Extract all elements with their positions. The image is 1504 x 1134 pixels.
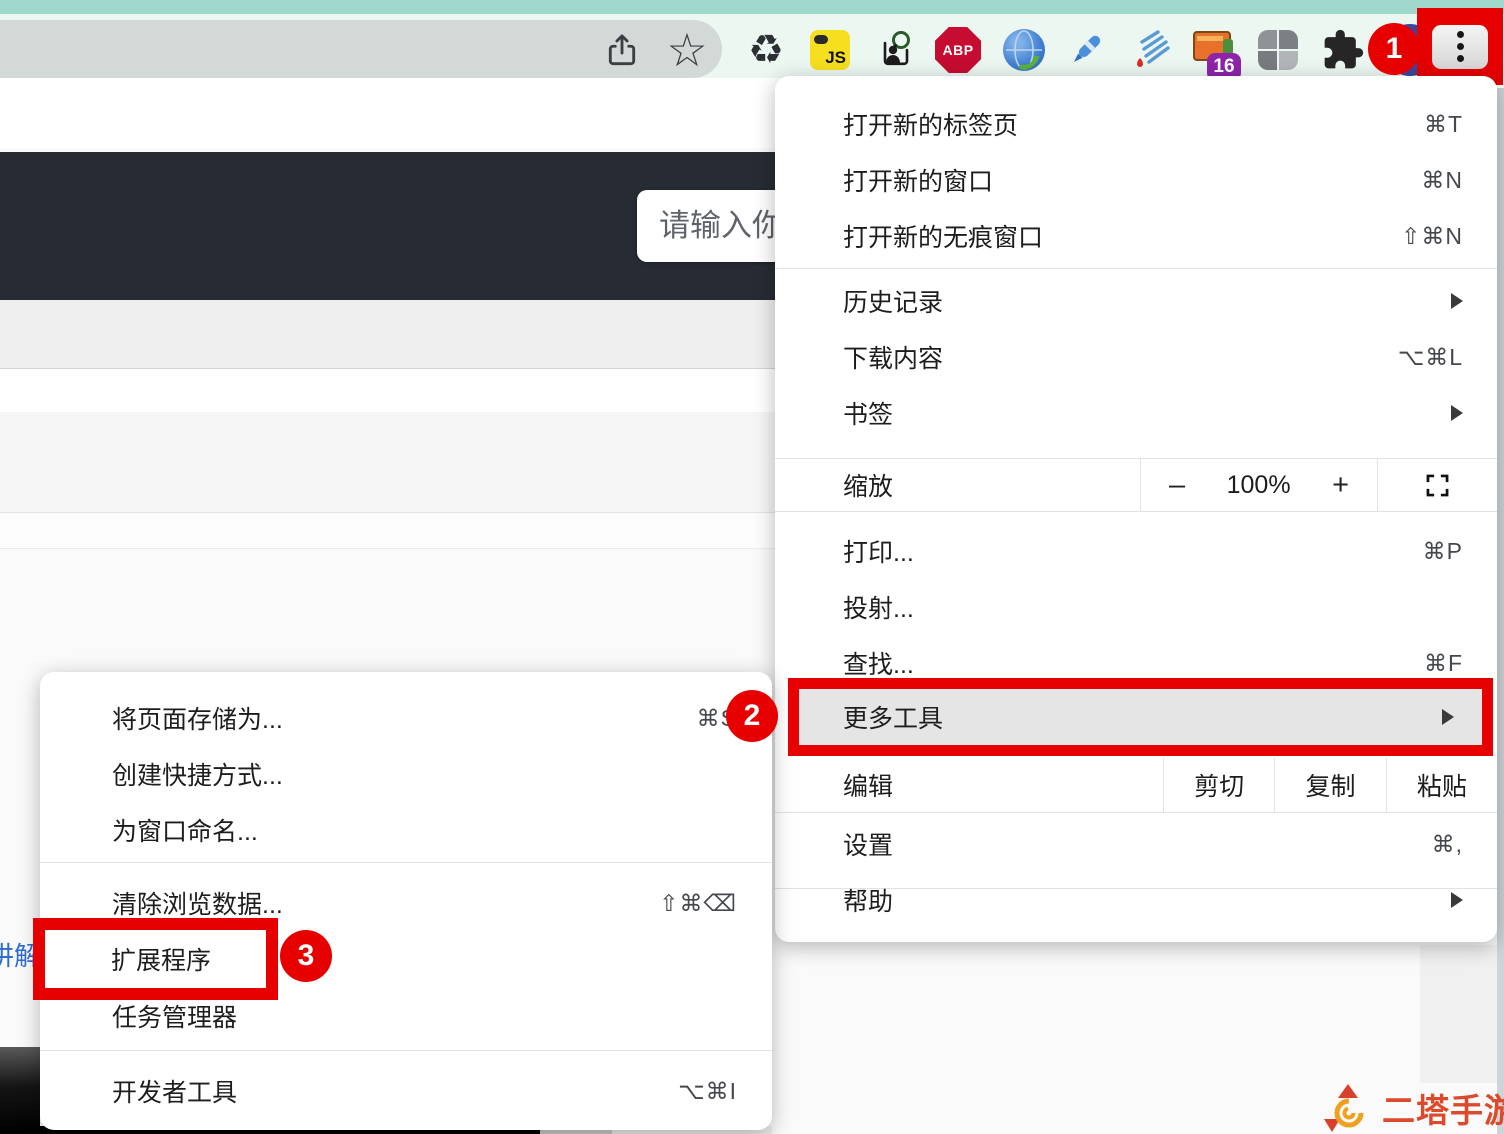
js-switch bbox=[814, 35, 828, 44]
submenu-item-create-shortcut[interactable]: 创建快捷方式... bbox=[40, 746, 772, 802]
puzzle-extensions-icon[interactable] bbox=[1320, 27, 1366, 73]
menu-item-new-tab[interactable]: 打开新的标签页⌘T bbox=[775, 96, 1497, 152]
eyedropper-extension-icon[interactable] bbox=[1063, 27, 1109, 73]
menu-edit-row: 编辑 剪切 复制 粘贴 bbox=[775, 758, 1497, 813]
menu-item-cast[interactable]: 投射... bbox=[775, 579, 1497, 635]
menu-item-bookmarks[interactable]: 书签 bbox=[775, 385, 1497, 441]
abp-extension-icon[interactable]: ABP bbox=[935, 27, 981, 73]
grid-extension-icon[interactable] bbox=[1255, 27, 1301, 73]
highlight-stripes-extension-icon[interactable] bbox=[1127, 27, 1173, 73]
submenu-arrow-icon bbox=[1451, 293, 1463, 309]
fullscreen-icon bbox=[1424, 472, 1451, 499]
submenu-arrow-icon bbox=[1451, 405, 1463, 421]
menu-item-more-tools[interactable]: 更多工具 bbox=[843, 699, 1442, 735]
globe-extension-icon[interactable] bbox=[1001, 27, 1047, 73]
seo-person-extension-icon[interactable] bbox=[872, 27, 918, 73]
annotation-box-menu-button bbox=[1417, 8, 1503, 85]
submenu-arrow-icon bbox=[1442, 709, 1454, 725]
submenu-item-name-window[interactable]: 为窗口命名... bbox=[40, 802, 772, 858]
clip-extension-icon[interactable]: 16 bbox=[1189, 27, 1235, 73]
menu-item-print[interactable]: 打印...⌘P bbox=[775, 523, 1497, 579]
zoom-out-button[interactable]: – bbox=[1169, 469, 1185, 502]
share-icon[interactable] bbox=[599, 27, 645, 73]
menu-item-new-window[interactable]: 打开新的窗口⌘N bbox=[775, 152, 1497, 208]
recycle-extension-icon[interactable]: ♻ bbox=[743, 27, 789, 73]
zoom-level: 100% bbox=[1227, 471, 1291, 500]
menu-item-settings[interactable]: 设置⌘, bbox=[775, 816, 1497, 872]
tab-strip bbox=[0, 0, 1504, 14]
page-panel-corner bbox=[1420, 945, 1504, 1083]
site-watermark: 二塔手游网 bbox=[1322, 1082, 1504, 1134]
menu-item-downloads[interactable]: 下载内容⌥⌘L bbox=[775, 329, 1497, 385]
more-tools-submenu: 将页面存储为...⌘S 创建快捷方式... 为窗口命名... 清除浏览数据...… bbox=[40, 672, 772, 1130]
annotation-step-2: 2 bbox=[726, 690, 778, 742]
menu-item-help[interactable]: 帮助 bbox=[775, 872, 1497, 928]
submenu-item-devtools[interactable]: 开发者工具⌥⌘I bbox=[40, 1063, 772, 1119]
annotation-step-1: 1 bbox=[1368, 23, 1420, 75]
edit-cut-button[interactable]: 剪切 bbox=[1163, 758, 1274, 812]
annotation-step-3: 3 bbox=[280, 930, 332, 982]
page-scrollbar[interactable] bbox=[1497, 88, 1504, 1134]
js-extension-icon[interactable]: JS bbox=[807, 27, 853, 73]
menu-item-history[interactable]: 历史记录 bbox=[775, 273, 1497, 329]
browser-window: ☆ ♻ JS ABP bbox=[0, 0, 1504, 1134]
browser-main-menu: 打开新的标签页⌘T 打开新的窗口⌘N 打开新的无痕窗口⇧⌘N 历史记录 下载内容… bbox=[775, 76, 1497, 942]
menu-item-new-incognito[interactable]: 打开新的无痕窗口⇧⌘N bbox=[775, 208, 1497, 264]
zoom-in-button[interactable]: + bbox=[1332, 469, 1349, 502]
submenu-item-save-page[interactable]: 将页面存储为...⌘S bbox=[40, 690, 772, 746]
fullscreen-button[interactable] bbox=[1378, 459, 1497, 511]
annotation-box-extensions: 扩展程序 bbox=[33, 918, 278, 1000]
submenu-arrow-icon bbox=[1451, 892, 1463, 908]
page-dark-corner bbox=[0, 1047, 40, 1134]
watermark-logo-icon bbox=[1322, 1082, 1374, 1134]
bookmark-star-icon[interactable]: ☆ bbox=[664, 27, 710, 73]
submenu-item-extensions[interactable]: 扩展程序 bbox=[111, 941, 211, 977]
edit-copy-button[interactable]: 复制 bbox=[1274, 758, 1385, 812]
browser-menu-button[interactable] bbox=[1432, 25, 1488, 69]
annotation-box-more-tools: 更多工具 bbox=[788, 678, 1493, 756]
menu-zoom-row: 缩放 – 100% + bbox=[775, 458, 1497, 512]
edit-paste-button[interactable]: 粘贴 bbox=[1386, 758, 1497, 812]
